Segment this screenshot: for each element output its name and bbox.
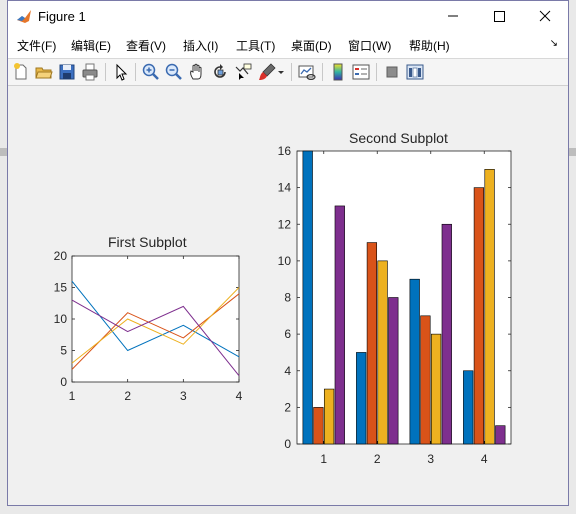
new-figure-icon[interactable]: [11, 62, 31, 82]
bar-series-2: [473, 187, 485, 445]
y-tick-label: 2: [284, 400, 291, 414]
rotate-3d-icon[interactable]: [210, 62, 230, 82]
figure-window: Figure 1 文件(F) 编辑(E) 查看(V) 插入(I) 工具(T) 桌…: [7, 0, 569, 506]
x-tick-label: 3: [427, 452, 434, 466]
bar-series-1: [409, 278, 420, 445]
y-tick-label: 0: [284, 437, 291, 451]
figure-toolbar: [8, 59, 568, 86]
x-tick-label: 4: [481, 452, 488, 466]
brush-dropdown-arrow-icon[interactable]: [276, 62, 286, 82]
menu-file[interactable]: 文件(F): [17, 37, 56, 54]
y-tick-label: 20: [54, 249, 68, 263]
minimize-button[interactable]: [430, 1, 476, 31]
hide-plot-tools-icon[interactable]: [382, 62, 402, 82]
brush-icon[interactable]: [257, 62, 277, 82]
bar-series-1: [356, 352, 367, 445]
menu-view[interactable]: 查看(V): [126, 37, 166, 54]
zoom-out-icon[interactable]: [164, 62, 184, 82]
toolbar-separator: [322, 63, 323, 81]
y-tick-label: 12: [278, 217, 292, 231]
bar-series-2: [420, 315, 431, 445]
menu-edit[interactable]: 编辑(E): [71, 37, 111, 54]
bar-series-1: [302, 150, 313, 445]
bar-series-3: [430, 333, 442, 445]
y-tick-label: 0: [60, 375, 67, 389]
matlab-logo-icon: [17, 10, 31, 23]
menu-tools[interactable]: 工具(T): [236, 37, 275, 54]
y-tick-label: 6: [284, 327, 291, 341]
y-tick-label: 14: [278, 181, 292, 195]
maximize-button[interactable]: [476, 1, 522, 31]
window-title: Figure 1: [38, 9, 86, 24]
print-icon[interactable]: [80, 62, 100, 82]
data-cursor-icon[interactable]: [233, 62, 253, 82]
pan-hand-icon[interactable]: [187, 62, 207, 82]
menu-window[interactable]: 窗口(W): [348, 37, 391, 54]
line-subplot[interactable]: 0 5 10 15 20 1 2 3 4: [28, 241, 258, 411]
select-arrow-icon[interactable]: [111, 62, 131, 82]
bar-series-3: [484, 169, 495, 445]
legend-icon[interactable]: [351, 62, 371, 82]
bar-series-3: [323, 388, 335, 445]
y-tick-label: 16: [278, 144, 292, 158]
toolbar-separator: [376, 63, 377, 81]
show-plot-tools-icon[interactable]: [405, 62, 425, 82]
zoom-in-icon[interactable]: [141, 62, 161, 82]
bar-series-4: [495, 425, 506, 445]
open-file-icon[interactable]: [34, 62, 54, 82]
menu-insert[interactable]: 插入(I): [183, 37, 218, 54]
x-tick-label: 2: [124, 389, 131, 403]
menu-desktop[interactable]: 桌面(D): [291, 37, 332, 54]
x-tick-label: 2: [374, 452, 381, 466]
bar-series-2: [366, 242, 378, 445]
y-tick-label: 10: [54, 312, 68, 326]
toolbar-separator: [105, 63, 106, 81]
colorbar-icon[interactable]: [328, 62, 348, 82]
close-button[interactable]: [522, 1, 568, 31]
x-tick-label: 4: [236, 389, 243, 403]
x-tick-label: 1: [320, 452, 327, 466]
bar-series-1: [463, 370, 474, 445]
bar-subplot[interactable]: 02468101214161 2 3 4: [263, 141, 523, 471]
x-tick-label: 1: [69, 389, 76, 403]
menu-overflow-arrow-icon[interactable]: ↘: [550, 38, 558, 49]
toolbar-separator: [291, 63, 292, 81]
bar-series-4: [334, 205, 345, 445]
menu-help[interactable]: 帮助(H): [409, 37, 450, 54]
y-tick-label: 8: [284, 291, 291, 305]
y-tick-label: 4: [284, 364, 291, 378]
y-tick-label: 5: [60, 344, 67, 358]
bar-series-4: [388, 297, 399, 445]
x-tick-label: 3: [180, 389, 187, 403]
figure-canvas: First Subplot 0 5 10 15 20 1 2 3 4 Second Subplo…: [8, 86, 568, 505]
bar-series-3: [377, 260, 388, 445]
y-tick-label: 15: [54, 281, 68, 295]
bar-series-4: [441, 223, 452, 445]
link-plot-icon[interactable]: [297, 62, 317, 82]
title-bar[interactable]: Figure 1: [8, 1, 568, 31]
toolbar-separator: [135, 63, 136, 81]
bar-series-2: [313, 407, 324, 445]
background-strip-right: [568, 148, 576, 156]
y-tick-label: 10: [278, 254, 292, 268]
menu-bar: 文件(F) 编辑(E) 查看(V) 插入(I) 工具(T) 桌面(D) 窗口(W…: [8, 31, 568, 59]
save-icon[interactable]: [57, 62, 77, 82]
